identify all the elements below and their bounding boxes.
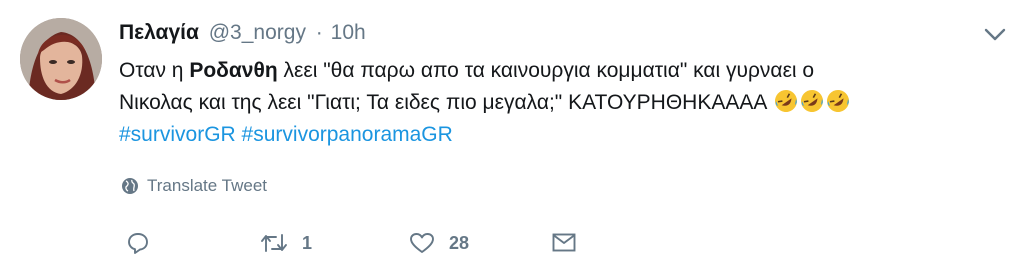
retweet-button[interactable]: 1 (260, 228, 312, 258)
hashtag-survivorgr[interactable]: #survivorGR (119, 123, 236, 146)
like-button[interactable]: 28 (409, 228, 469, 258)
heart-icon (410, 233, 434, 253)
tweet-text-line-1: Οταν η Ροδανθη λεει "θα παρω απο τα καιν… (119, 59, 815, 82)
tweet-actions: 1 28 (126, 228, 586, 258)
globe-icon (122, 178, 138, 194)
caret-down-icon[interactable] (984, 28, 1006, 42)
separator-dot: · (315, 21, 323, 44)
tweet-text: Οταν η Ροδανθη λεει "θα παρω απο τα καιν… (119, 55, 1009, 151)
rolling-laughing-emoji-icon (827, 90, 850, 112)
direct-message-button[interactable] (551, 228, 577, 258)
retweet-icon (261, 234, 287, 252)
reply-button[interactable] (126, 228, 164, 258)
translate-label: Translate Tweet (147, 176, 268, 195)
tweet-hashtags: #survivorGR #survivorpanoramaGR (119, 119, 1009, 151)
direct-message-icon (552, 233, 576, 252)
rolling-laughing-emoji-icon (801, 90, 824, 112)
author-handle[interactable]: @3_norgy (209, 21, 306, 44)
translate-tweet-link[interactable]: Translate Tweet (121, 176, 267, 196)
mention-bold: Ροδανθη (189, 59, 278, 82)
reply-icon (128, 233, 148, 254)
author-name[interactable]: Πελαγία (119, 21, 199, 44)
like-count: 28 (449, 232, 470, 253)
avatar[interactable] (20, 18, 102, 100)
rolling-laughing-emoji-icon (775, 90, 798, 112)
retweet-count: 1 (302, 232, 313, 253)
tweet-header: Πελαγία @3_norgy · 10h (119, 20, 366, 46)
tweet-text-line-2: Νικολας και της λεει "Γιατι; Τα ειδες πι… (119, 87, 1009, 119)
tweet-card[interactable]: Πελαγία @3_norgy · 10h Οταν η Ροδανθη λε… (0, 0, 1024, 267)
hashtag-survivorpanoramagr[interactable]: #survivorpanoramaGR (242, 123, 453, 146)
timestamp[interactable]: 10h (331, 21, 366, 44)
avatar-photo (20, 18, 102, 100)
